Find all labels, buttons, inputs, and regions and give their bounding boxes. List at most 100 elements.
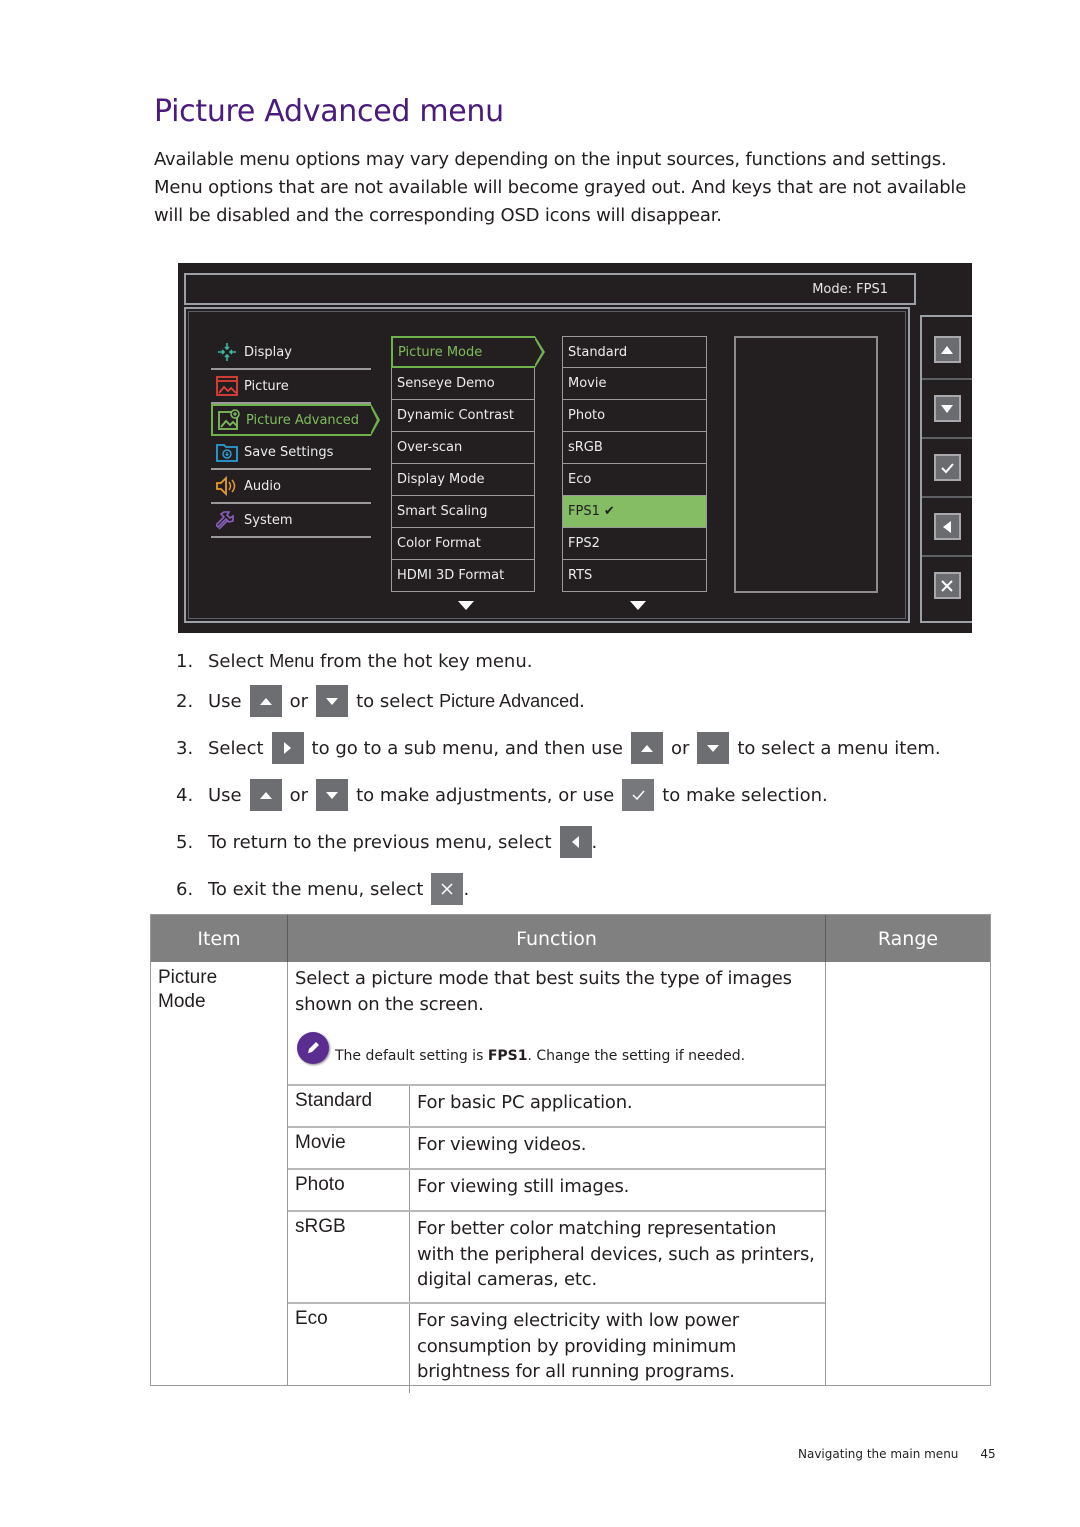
mode-description: For viewing still images.	[417, 1176, 630, 1197]
page-number: 45	[980, 1447, 996, 1461]
step-1: 1. Select Menu from the hot key menu.	[176, 651, 532, 672]
osd-submenu-picture-mode[interactable]: Picture Mode	[391, 336, 545, 368]
item-name: Mode	[158, 991, 206, 1012]
close-icon	[941, 579, 953, 592]
ok-key-icon	[622, 779, 655, 811]
step-text: to go to a sub menu, and then use	[311, 737, 623, 759]
step-text: or	[670, 737, 690, 759]
function-description: Select a picture mode that best suits th…	[295, 968, 792, 1015]
osd-submenu-color-format[interactable]: Color Format	[391, 528, 535, 560]
options-more-down-arrow-icon	[630, 601, 646, 610]
osd-option-label: Eco	[568, 472, 592, 487]
osd-option-movie[interactable]: Movie	[562, 368, 707, 400]
osd-category-label: Picture	[244, 378, 289, 394]
osd-option-label: RTS	[568, 568, 593, 583]
step-6: 6. To exit the menu, select .	[176, 873, 469, 905]
osd-submenu-senseye-demo[interactable]: Senseye Demo	[391, 368, 535, 400]
osd-mode-label: Mode: FPS1	[812, 282, 888, 297]
note-suffix: . Change the setting if needed.	[527, 1048, 746, 1064]
step-text: to make adjustments, or use	[356, 784, 615, 806]
osd-option-label: sRGB	[568, 440, 603, 455]
step-number: 1.	[176, 651, 194, 672]
save-settings-icon	[216, 441, 238, 463]
osd-option-fps2[interactable]: FPS2	[562, 528, 707, 560]
osd-category-save-settings[interactable]: Save Settings	[211, 436, 371, 470]
note: The default setting is FPS1. Change the …	[297, 1032, 745, 1064]
back-key-icon	[559, 826, 592, 858]
step-text: or	[289, 784, 309, 806]
osd-submenu-dynamic-contrast[interactable]: Dynamic Contrast	[391, 400, 535, 432]
step-number: 4.	[176, 784, 194, 806]
down-key-icon	[316, 779, 349, 811]
osd-menu-screenshot: Mode: FPS1 Display Picture Picture Advan…	[178, 263, 972, 633]
osd-category-picture-advanced[interactable]: Picture Advanced	[211, 404, 380, 436]
header-item: Item	[151, 915, 288, 962]
table-row: Picture Mode Select a picture mode that …	[151, 962, 990, 1393]
note-emphasis: FPS1	[487, 1048, 528, 1064]
osd-submenu-label: Senseye Demo	[397, 376, 495, 391]
osd-option-label: FPS2	[568, 536, 600, 551]
up-arrow-icon	[941, 345, 953, 354]
osd-category-audio[interactable]: Audio	[211, 470, 371, 504]
range-cell	[826, 962, 990, 1385]
osd-category-label: Audio	[244, 478, 281, 494]
step-3: 3. Select to go to a sub menu, and then …	[176, 732, 941, 764]
down-key-icon	[316, 685, 349, 717]
mode-subtable: Standard For basic PC application. Movie F…	[288, 1084, 825, 1393]
osd-submenu-smart-scaling[interactable]: Smart Scaling	[391, 496, 535, 528]
osd-down-key[interactable]	[933, 395, 961, 422]
osd-category-system[interactable]: System	[211, 504, 371, 538]
step-emphasis: Menu	[269, 651, 315, 671]
pencil-note-icon	[297, 1032, 329, 1064]
osd-submenu-label: Dynamic Contrast	[397, 408, 515, 423]
footer-section: Navigating the main menu	[798, 1447, 959, 1461]
step-text: .	[579, 690, 585, 712]
step-number: 5.	[176, 831, 194, 853]
osd-option-photo[interactable]: Photo	[562, 400, 707, 432]
item-name: Picture	[158, 967, 218, 988]
osd-preview-panel	[734, 336, 878, 593]
osd-submenu-label: Over-scan	[397, 440, 463, 455]
mode-name: Photo	[288, 1170, 410, 1210]
osd-top-bar	[184, 273, 916, 305]
osd-submenu-over-scan[interactable]: Over-scan	[391, 432, 535, 464]
osd-category-label: Picture Advanced	[246, 412, 360, 428]
osd-option-fps1[interactable]: FPS1 ✔	[562, 496, 707, 528]
osd-submenu-label: Color Format	[397, 536, 481, 551]
submenu-more-down-arrow-icon	[458, 601, 474, 610]
osd-submenu-label: Display Mode	[397, 472, 485, 487]
left-arrow-icon	[943, 520, 951, 533]
osd-option-standard[interactable]: Standard	[562, 336, 707, 368]
audio-icon	[216, 475, 238, 497]
up-key-icon	[249, 685, 282, 717]
osd-category-display[interactable]: Display	[211, 336, 371, 370]
osd-up-key[interactable]	[933, 336, 961, 363]
osd-category-label: Save Settings	[244, 444, 334, 460]
osd-option-eco[interactable]: Eco	[562, 464, 707, 496]
osd-submenu-hdmi-3d-format[interactable]: HDMI 3D Format	[391, 560, 535, 592]
step-text: Use	[208, 784, 242, 806]
osd-option-srgb[interactable]: sRGB	[562, 432, 707, 464]
mode-name: Eco	[288, 1304, 410, 1393]
page-title: Picture Advanced menu	[154, 94, 504, 129]
osd-option-rts[interactable]: RTS	[562, 560, 707, 592]
mode-name: sRGB	[288, 1212, 410, 1302]
mode-row: Photo For viewing still images.	[288, 1168, 825, 1210]
down-key-icon	[697, 732, 730, 764]
step-4: 4. Use or to make adjustments, or use to…	[176, 779, 828, 811]
mode-name: Movie	[288, 1128, 410, 1168]
note-prefix: The default setting is	[335, 1048, 488, 1064]
up-key-icon	[249, 779, 282, 811]
table-header: Item Function Range	[151, 915, 990, 962]
osd-back-key[interactable]	[933, 513, 961, 540]
osd-ok-key[interactable]	[933, 454, 961, 481]
mode-row: Standard For basic PC application.	[288, 1084, 825, 1126]
function-cell: Select a picture mode that best suits th…	[288, 962, 826, 1393]
mode-description: For viewing videos.	[417, 1134, 587, 1155]
osd-category-picture[interactable]: Picture	[211, 370, 371, 404]
osd-submenu-display-mode[interactable]: Display Mode	[391, 464, 535, 496]
osd-option-label: Photo	[568, 408, 606, 423]
step-text: To exit the menu, select	[208, 878, 424, 900]
step-text: To return to the previous menu, select	[208, 831, 552, 853]
osd-exit-key[interactable]	[933, 572, 961, 599]
